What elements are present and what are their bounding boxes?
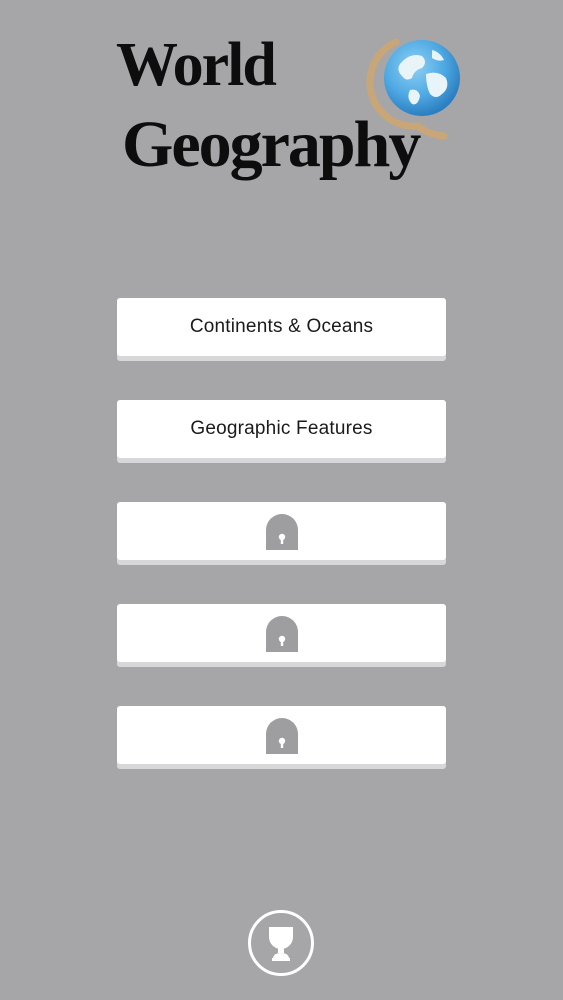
app-title-line-1: World — [116, 31, 277, 99]
trophy-button[interactable] — [248, 910, 314, 976]
trophy-icon — [269, 927, 293, 961]
menu-button-locked-4[interactable] — [117, 604, 446, 662]
menu-button-continents-oceans[interactable]: Continents & Oceans — [117, 298, 446, 356]
menu-button-geographic-features[interactable]: Geographic Features — [117, 400, 446, 458]
menu-button-locked-3[interactable] — [117, 502, 446, 560]
menu-button-label: Geographic Features — [190, 418, 373, 439]
lock-icon — [265, 718, 298, 754]
level-menu: Continents & Oceans Geographic Features — [117, 298, 446, 808]
app-logo: World Geography — [110, 24, 470, 199]
lock-icon — [265, 514, 298, 550]
menu-button-locked-5[interactable] — [117, 706, 446, 764]
menu-button-label: Continents & Oceans — [189, 316, 374, 337]
lock-icon — [265, 616, 298, 652]
globe-icon — [366, 38, 460, 140]
